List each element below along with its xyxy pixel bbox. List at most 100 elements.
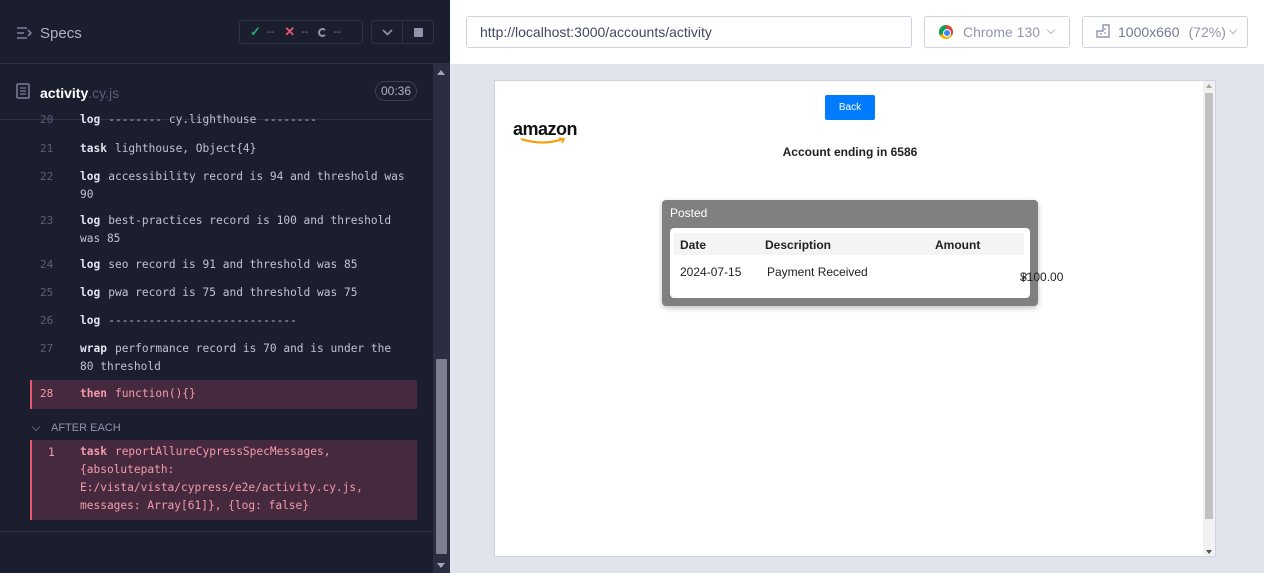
after-each-hook-toggle[interactable]: AFTER EACH (30, 419, 121, 437)
command-row[interactable]: 22 log accessibility record is 94 and thr… (30, 166, 417, 206)
aut-header: http://localhost:3000/accounts/activity … (450, 0, 1264, 64)
chevron-down-icon (1228, 25, 1238, 35)
command-number: 24 (40, 258, 54, 271)
reporter-header: Specs ✓ -- ✕ -- -- (0, 0, 450, 64)
column-header-description: Description (765, 238, 832, 252)
spec-file-name: activity.cy.js (40, 85, 119, 101)
column-header-amount: Amount (935, 238, 981, 252)
viewport-size: 1000x660 (1118, 24, 1180, 40)
check-icon: ✓ (250, 24, 261, 39)
chevron-down-icon (381, 23, 393, 41)
command-name: log (80, 113, 101, 126)
command-log: 20 log -------- cy.lighthouse -------- 21… (30, 112, 417, 412)
command-number: 23 (40, 214, 54, 227)
command-message: best-practices record is 100 and thresho… (80, 214, 392, 245)
scroll-down-arrow-icon[interactable] (1206, 550, 1212, 554)
app-iframe: Back amazon Account ending in 6586 Poste… (494, 80, 1216, 557)
command-message: performance record is 70 and is under th… (80, 342, 392, 373)
command-row[interactable]: 27 wrap performance record is 70 and is u… (30, 338, 417, 378)
hook-command-failed[interactable]: 1 task reportAllureCypressSpecMessages, {… (30, 440, 417, 520)
command-name: log (80, 258, 101, 271)
scroll-down-arrow-icon[interactable] (437, 563, 445, 568)
command-name: wrap (80, 342, 107, 355)
command-message: reportAllureCypressSpecMessages, {absolu… (80, 445, 363, 512)
command-message: seo record is 91 and threshold was 85 (108, 258, 358, 271)
specs-label: Specs (40, 24, 82, 42)
viewport-info[interactable]: 1000x660 (72%) (1082, 16, 1248, 48)
reporter-scrollbar[interactable] (433, 64, 450, 573)
after-each-label: AFTER EACH (51, 422, 121, 434)
command-number: 22 (40, 170, 54, 183)
command-number: 27 (40, 342, 54, 355)
table-row: 2024-07-15 Payment Received ✓ $100.00 (674, 260, 1063, 284)
command-row[interactable]: 24 log seo record is 91 and threshold was… (30, 254, 417, 276)
passed-stat: ✓ -- (250, 24, 274, 40)
column-header-date: Date (680, 238, 707, 252)
cypress-runner: Specs ✓ -- ✕ -- -- activity.cy.js 00:36 … (0, 0, 1264, 573)
command-row[interactable]: 20 log -------- cy.lighthouse -------- (30, 112, 417, 131)
failed-count: -- (301, 26, 309, 38)
back-button[interactable]: Back (825, 95, 875, 120)
cell-description: Payment Received (767, 265, 868, 279)
reporter-footer-divider (0, 531, 433, 532)
pending-stat: -- (318, 26, 341, 38)
spec-name-text: activity (40, 85, 89, 101)
chrome-icon (939, 25, 953, 39)
command-row[interactable]: 23 log best-practices record is 100 and t… (30, 210, 417, 250)
chevron-down-icon (31, 422, 41, 431)
passed-count: -- (266, 26, 275, 38)
command-row[interactable]: 21 task lighthouse, Object{4} (30, 138, 417, 160)
pending-count: -- (333, 26, 341, 38)
test-stats: ✓ -- ✕ -- -- (239, 20, 363, 44)
command-name: log (80, 286, 101, 299)
scroll-thumb[interactable] (436, 359, 447, 554)
stop-button[interactable] (402, 20, 434, 44)
command-message: -------- cy.lighthouse -------- (108, 113, 318, 126)
app-scrollbar[interactable] (1203, 81, 1215, 556)
logo-text: amazon (513, 119, 578, 139)
browser-label: Chrome 130 (963, 24, 1041, 40)
failed-stat: ✕ -- (284, 24, 308, 40)
command-number: 28 (40, 387, 54, 400)
cell-date: 2024-07-15 (680, 265, 742, 279)
account-title: Account ending in 6586 (782, 145, 918, 159)
command-message: lighthouse, Object{4} (114, 142, 257, 155)
command-message: accessibility record is 94 and threshold… (80, 170, 405, 201)
scroll-up-arrow-icon[interactable] (437, 70, 445, 75)
reporter-panel: Specs ✓ -- ✕ -- -- activity.cy.js 00:36 … (0, 0, 450, 573)
spec-duration-badge: 00:36 (375, 81, 417, 101)
card-title: Posted (670, 206, 708, 220)
scroll-thumb[interactable] (1205, 93, 1213, 519)
command-message: ---------------------------- (108, 314, 297, 327)
pending-circle-icon (318, 27, 328, 37)
amazon-logo: amazon (513, 119, 578, 145)
specs-list-icon (16, 26, 32, 40)
command-message: pwa record is 75 and threshold was 75 (108, 286, 358, 299)
command-row[interactable]: 25 log pwa record is 75 and threshold was… (30, 282, 417, 304)
command-row[interactable]: 26 log ---------------------------- (30, 310, 417, 332)
url-bar[interactable]: http://localhost:3000/accounts/activity (466, 16, 912, 48)
amount-value: $100.00 (1020, 270, 1064, 284)
ruler-icon (1096, 23, 1110, 41)
x-icon: ✕ (284, 24, 296, 39)
chevron-down-icon (1046, 25, 1056, 35)
command-name: task (80, 445, 107, 458)
browser-selector[interactable]: Chrome 130 (924, 16, 1070, 48)
specs-toggle-button[interactable]: Specs (16, 22, 82, 44)
command-row-failed[interactable]: 28 then function(){} (30, 380, 417, 409)
command-message: function(){} (114, 387, 196, 400)
viewport-scale: (72%) (1188, 24, 1226, 40)
aut-panel: http://localhost:3000/accounts/activity … (450, 0, 1264, 573)
posted-transactions-card: Posted Date Description Amount 2024-07-1… (662, 200, 1063, 306)
command-name: log (80, 314, 101, 327)
command-name: log (80, 170, 101, 183)
table-header: Date Description Amount (674, 233, 1024, 255)
command-name: task (80, 142, 107, 155)
options-dropdown-button[interactable] (371, 20, 403, 44)
scroll-up-arrow-icon[interactable] (1206, 84, 1212, 88)
command-number: 26 (40, 314, 54, 327)
command-number: 25 (40, 286, 54, 299)
command-name: log (80, 214, 101, 227)
command-number: 21 (40, 142, 54, 155)
document-icon (16, 83, 30, 104)
